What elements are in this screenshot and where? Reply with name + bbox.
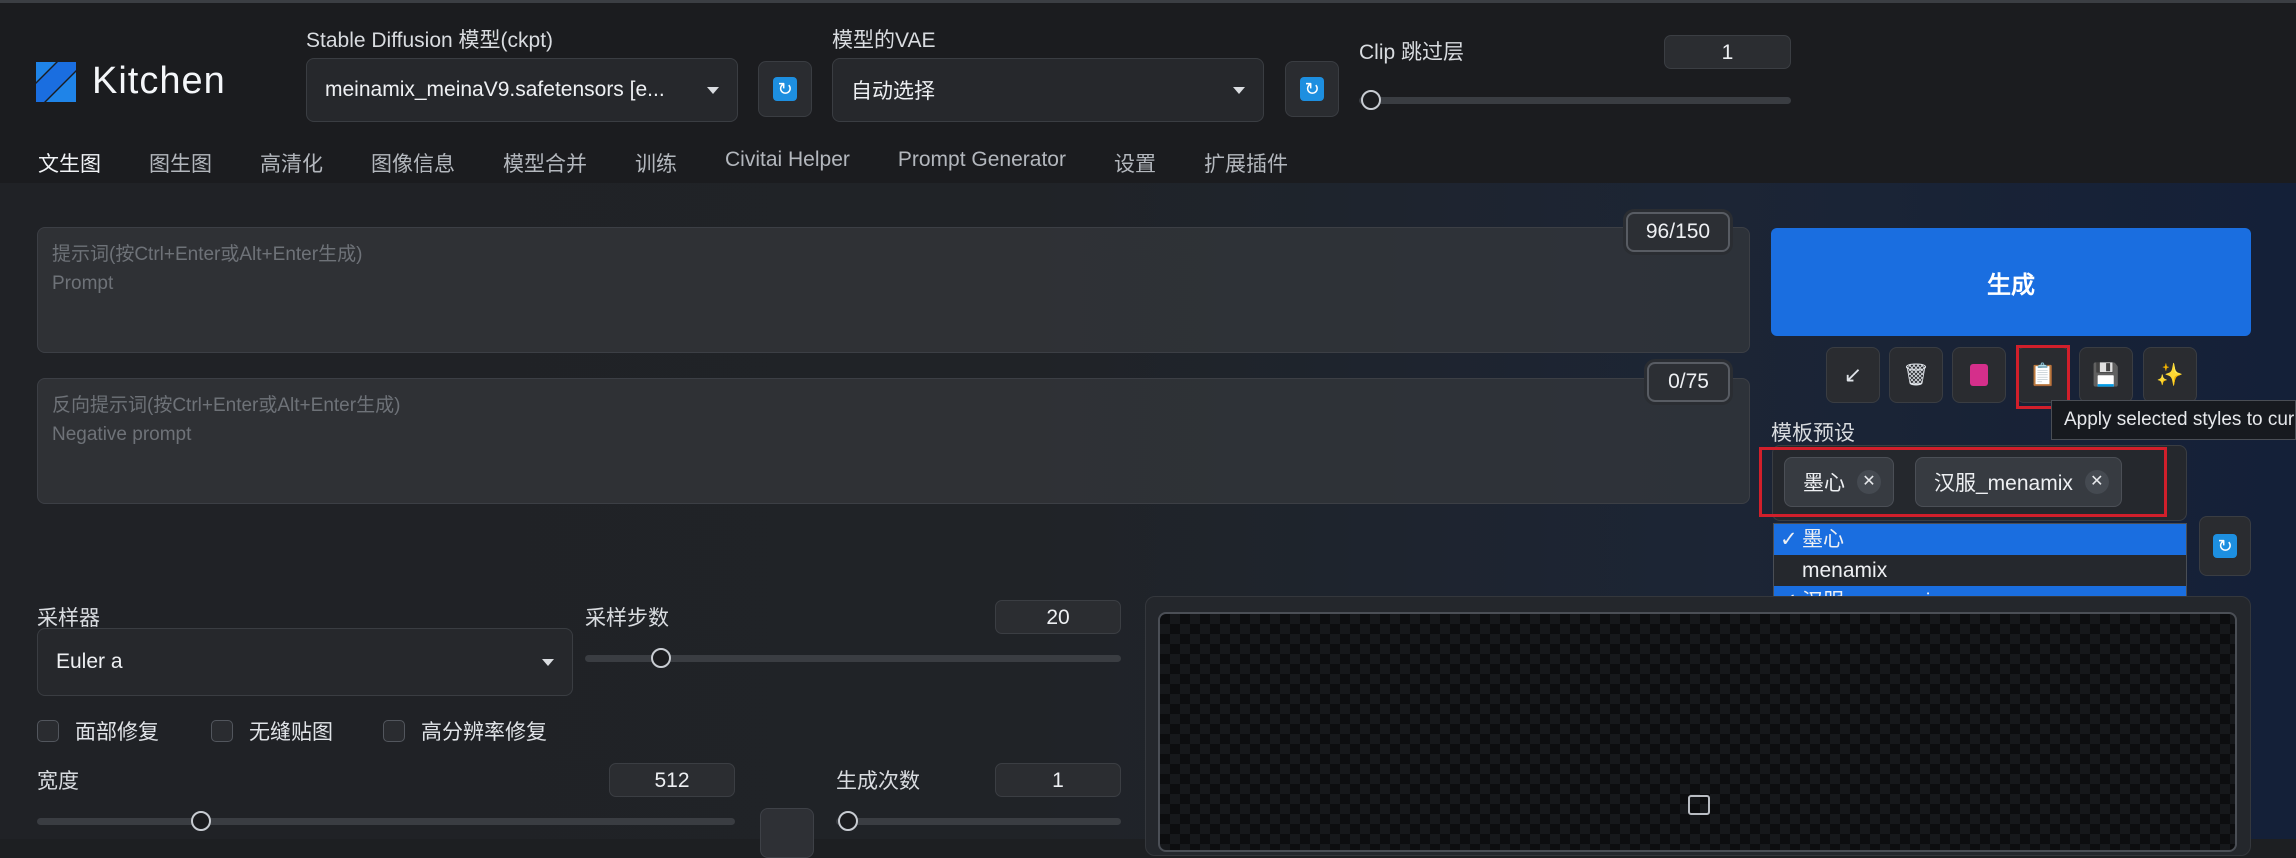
styles-refresh-button[interactable]: ↻ bbox=[2199, 516, 2251, 576]
chevron-down-icon bbox=[1233, 86, 1245, 94]
style-option[interactable]: menamix bbox=[1774, 555, 2186, 586]
swap-dimensions-button[interactable] bbox=[760, 808, 814, 858]
batch-count-input[interactable]: 1 bbox=[995, 763, 1121, 797]
steps-label: 采样步数 bbox=[585, 607, 669, 630]
save-icon: 💾 bbox=[2092, 362, 2120, 387]
vae-select[interactable]: 自动选择 bbox=[832, 58, 1264, 122]
apply-styles-tooltip: Apply selected styles to cur bbox=[2051, 400, 2296, 440]
tiling-checkbox[interactable] bbox=[211, 720, 233, 742]
hires-fix-label: 高分辨率修复 bbox=[421, 721, 547, 744]
generate-button[interactable]: 生成 bbox=[1771, 228, 2251, 336]
hires-fix-checkbox[interactable] bbox=[383, 720, 405, 742]
hires-fix-checkbox-row[interactable]: 高分辨率修复 bbox=[383, 716, 547, 746]
style-option[interactable]: ✓ 墨心 bbox=[1774, 524, 2186, 555]
refresh-icon: ↻ bbox=[773, 77, 797, 101]
logo: Kitchen bbox=[36, 60, 226, 103]
check-icon: ✓ bbox=[1780, 528, 1798, 551]
output-image-area[interactable] bbox=[1158, 612, 2237, 852]
batch-count-slider-track[interactable] bbox=[836, 818, 1121, 825]
batch-count-slider-handle[interactable] bbox=[838, 811, 858, 831]
clear-prompt-button[interactable]: 🗑 bbox=[1889, 347, 1943, 403]
sampler-value: Euler a bbox=[56, 650, 123, 673]
chevron-down-icon bbox=[707, 86, 719, 94]
vae-refresh-button[interactable]: ↻ bbox=[1285, 61, 1339, 117]
restore-faces-checkbox-row[interactable]: 面部修复 bbox=[37, 716, 159, 746]
refresh-icon: ↻ bbox=[2213, 534, 2237, 558]
save-style-button[interactable]: 💾 bbox=[2079, 347, 2133, 403]
style-option-label: menamix bbox=[1802, 559, 1888, 582]
width-input[interactable]: 512 bbox=[609, 763, 735, 797]
negative-token-counter: 0/75 bbox=[1647, 362, 1730, 402]
ckpt-value: meinamix_meinaV9.safetensors [e... bbox=[325, 78, 665, 101]
batch-count-label: 生成次数 bbox=[836, 770, 920, 793]
ckpt-select[interactable]: meinamix_meinaV9.safetensors [e... bbox=[306, 58, 738, 122]
magic-wand-icon: ✨ bbox=[2156, 362, 2184, 387]
prompt-token-counter: 96/150 bbox=[1626, 212, 1730, 252]
arrow-down-left-icon: ↙ bbox=[1843, 362, 1863, 387]
steps-slider-handle[interactable] bbox=[651, 648, 671, 668]
restore-faces-checkbox[interactable] bbox=[37, 720, 59, 742]
highlight-style-chips bbox=[1759, 447, 2167, 517]
pink-card-icon bbox=[1970, 364, 1988, 386]
extra-networks-button[interactable] bbox=[1952, 347, 2006, 403]
style-option-label: 墨心 bbox=[1802, 528, 1844, 551]
vae-value: 自动选择 bbox=[851, 80, 935, 103]
negative-placeholder-line2: Negative prompt bbox=[52, 424, 192, 445]
sampler-select[interactable]: Euler a bbox=[37, 628, 573, 696]
trash-icon: 🗑 bbox=[1902, 362, 1930, 387]
app-title: Kitchen bbox=[92, 60, 226, 102]
image-placeholder-icon bbox=[1688, 795, 1710, 815]
ckpt-refresh-button[interactable]: ↻ bbox=[758, 61, 812, 117]
prompt-textarea[interactable]: 提示词(按Ctrl+Enter或Alt+Enter生成) Prompt bbox=[37, 227, 1750, 353]
clip-skip-slider-handle[interactable] bbox=[1361, 90, 1381, 110]
chevron-down-icon bbox=[542, 658, 554, 666]
ckpt-label: Stable Diffusion 模型(ckpt) bbox=[306, 29, 554, 52]
styles-label: 模板预设 bbox=[1771, 422, 1855, 445]
negative-prompt-textarea[interactable]: 反向提示词(按Ctrl+Enter或Alt+Enter生成) Negative … bbox=[37, 378, 1750, 504]
kitchen-logo-icon bbox=[36, 61, 76, 102]
vae-label: 模型的VAE bbox=[832, 29, 936, 52]
read-params-button[interactable]: ↙ bbox=[1826, 347, 1880, 403]
prompt-placeholder-line1: 提示词(按Ctrl+Enter或Alt+Enter生成) bbox=[52, 244, 363, 265]
tiling-checkbox-row[interactable]: 无缝贴图 bbox=[211, 716, 333, 746]
width-label: 宽度 bbox=[37, 770, 79, 793]
clip-skip-input[interactable]: 1 bbox=[1664, 35, 1791, 69]
prompt-generator-button[interactable]: ✨ bbox=[2143, 347, 2197, 403]
restore-faces-label: 面部修复 bbox=[75, 721, 159, 744]
tiling-label: 无缝贴图 bbox=[249, 721, 333, 744]
negative-placeholder-line1: 反向提示词(按Ctrl+Enter或Alt+Enter生成) bbox=[52, 395, 401, 416]
clip-skip-slider-track[interactable] bbox=[1359, 97, 1791, 104]
prompt-placeholder-line2: Prompt bbox=[52, 273, 114, 294]
steps-input[interactable]: 20 bbox=[995, 600, 1121, 634]
clip-skip-label: Clip 跳过层 bbox=[1359, 41, 1465, 64]
width-slider-handle[interactable] bbox=[191, 811, 211, 831]
width-slider-track[interactable] bbox=[37, 818, 735, 825]
refresh-icon: ↻ bbox=[1300, 77, 1324, 101]
